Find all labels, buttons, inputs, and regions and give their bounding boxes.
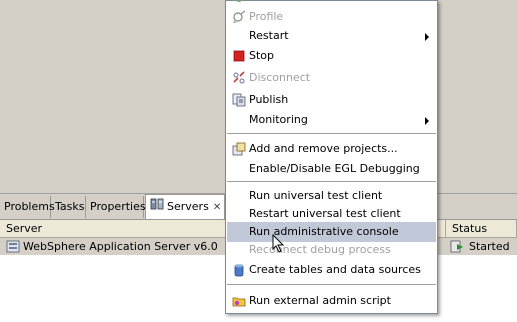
menu-separator	[227, 181, 436, 182]
menu-item-monitoring[interactable]: Monitoring	[227, 110, 436, 130]
tab-servers[interactable]: Servers ✕	[145, 194, 225, 219]
server-context-menu: Profile Restart Stop Disconnect Publish …	[225, 0, 438, 314]
server-status: Started	[469, 240, 510, 253]
stop-icon	[232, 49, 246, 63]
menu-separator	[227, 284, 436, 285]
mouse-cursor-icon	[272, 233, 286, 254]
menu-item-label: Restart	[249, 29, 289, 42]
menu-item-label: Profile	[249, 10, 284, 23]
menu-item-egl-debugging[interactable]: Enable/Disable EGL Debugging	[227, 159, 436, 179]
database-icon	[232, 263, 246, 277]
started-status-icon	[450, 240, 464, 253]
menu-item-label: Disconnect	[249, 71, 311, 84]
tab-problems[interactable]: Problems	[0, 196, 55, 218]
menu-item-label: Reconnect debug process	[249, 243, 391, 256]
menu-item-run-admin-script[interactable]: Run external admin script	[227, 291, 436, 311]
profile-icon	[232, 10, 246, 24]
menu-item-label: Monitoring	[249, 113, 308, 126]
menu-item-reconnect-debug[interactable]: Reconnect debug process	[227, 240, 436, 260]
menu-item-hidden-top	[227, 0, 436, 7]
tab-properties[interactable]: Properties	[86, 196, 146, 218]
menu-item-create-tables[interactable]: Create tables and data sources	[227, 260, 436, 280]
menu-separator	[227, 133, 436, 134]
folder-script-icon	[232, 294, 246, 308]
menu-item-run-test-client[interactable]: Run universal test client	[227, 186, 436, 206]
servers-icon	[150, 195, 164, 219]
tab-label: Servers	[167, 200, 209, 213]
menu-item-run-admin-console[interactable]: Run administrative console	[227, 222, 436, 242]
menu-item-disconnect[interactable]: Disconnect	[227, 68, 436, 88]
menu-item-restart-test-client[interactable]: Restart universal test client	[227, 204, 436, 224]
menu-item-label: Enable/Disable EGL Debugging	[249, 162, 420, 175]
server-action-icon	[232, 0, 246, 4]
column-header-status[interactable]: Status	[446, 220, 517, 237]
menu-item-label: Create tables and data sources	[249, 263, 421, 276]
menu-item-profile[interactable]: Profile	[227, 7, 436, 27]
tab-label: Problems	[4, 200, 55, 213]
tab-tasks[interactable]: Tasks	[51, 196, 86, 218]
menu-item-publish[interactable]: Publish	[227, 90, 436, 110]
column-label: Status	[452, 222, 488, 235]
submenu-arrow-icon	[425, 117, 429, 125]
menu-item-label: Publish	[249, 93, 289, 106]
tab-label: Tasks	[55, 200, 85, 213]
menu-item-label: Add and remove projects...	[249, 142, 398, 155]
websphere-server-icon	[6, 240, 20, 253]
publish-icon	[232, 93, 246, 107]
menu-item-label: Stop	[249, 49, 275, 62]
submenu-arrow-icon	[425, 33, 429, 41]
disconnect-icon	[232, 71, 246, 85]
close-icon[interactable]: ✕	[213, 196, 221, 220]
menu-item-stop[interactable]: Stop	[227, 46, 436, 66]
tab-label: Properties	[90, 200, 146, 213]
menu-item-label: Run universal test client	[249, 189, 383, 202]
menu-item-label: Restart universal test client	[249, 207, 401, 220]
add-remove-projects-icon	[232, 142, 246, 156]
server-name: WebSphere Application Server v6.0	[23, 240, 218, 253]
column-label: Server	[6, 222, 43, 235]
menu-item-label: Run external admin script	[249, 294, 391, 307]
menu-item-restart[interactable]: Restart	[227, 26, 436, 46]
menu-item-add-remove-projects[interactable]: Add and remove projects...	[227, 139, 436, 159]
